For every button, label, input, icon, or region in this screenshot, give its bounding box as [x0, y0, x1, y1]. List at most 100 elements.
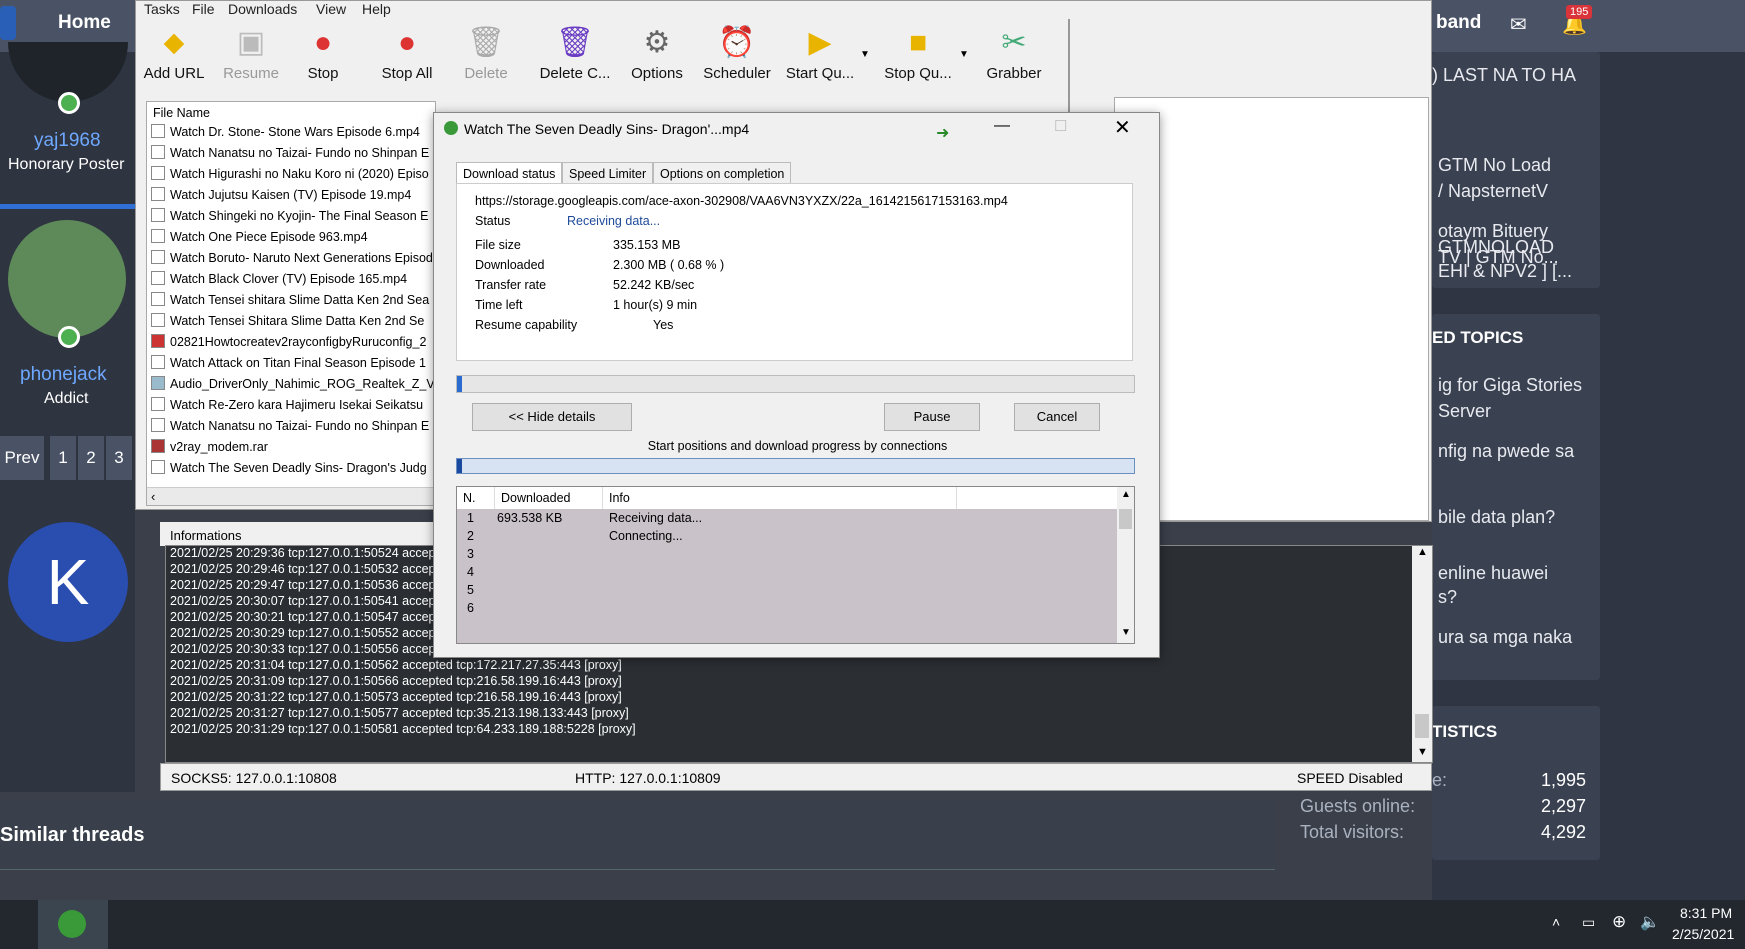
file-row[interactable]: Watch Tensei shitara Slime Datta Ken 2nd…	[151, 292, 433, 312]
file-row[interactable]: Watch Re-Zero kara Hajimeru Isekai Seika…	[151, 397, 433, 417]
file-icon	[151, 271, 165, 285]
thread-link[interactable]: GTMNOLOAD	[1438, 234, 1554, 260]
column-header-info[interactable]: Info	[603, 487, 957, 509]
threads-card-continued: GTMNOLOAD EHI & NPV2 ] [...	[1432, 228, 1600, 288]
grabber-button[interactable]: ✂ Grabber	[978, 23, 1050, 89]
resume-icon: ▣	[236, 26, 266, 59]
forum-logo[interactable]	[0, 6, 16, 40]
thread-link[interactable]: EHI & NPV2 ] [...	[1438, 258, 1572, 284]
chevron-up-icon[interactable]: ▲	[1121, 489, 1131, 500]
chevron-down-icon[interactable]: ▼	[959, 49, 969, 60]
hide-details-button[interactable]: << Hide details	[472, 403, 632, 431]
file-row[interactable]: Watch Dr. Stone- Stone Wars Episode 6.mp…	[151, 124, 433, 144]
avatar[interactable]	[8, 220, 126, 338]
user2-name[interactable]: phonejack	[20, 364, 107, 386]
menu-file[interactable]: File	[192, 1, 215, 17]
file-row[interactable]: Watch Attack on Titan Final Season Episo…	[151, 355, 433, 375]
user1-name[interactable]: yaj1968	[34, 130, 101, 152]
chevron-down-icon[interactable]: ▼	[1121, 627, 1131, 638]
avatar[interactable]: K	[8, 522, 128, 642]
cancel-button[interactable]: Cancel	[1014, 403, 1100, 431]
file-row[interactable]: Watch Shingeki no Kyojin- The Final Seas…	[151, 208, 433, 228]
table-row[interactable]: 2 Connecting...	[457, 529, 1117, 549]
horizontal-scrollbar[interactable]: ‹	[147, 487, 435, 505]
tab-download-status[interactable]: Download status	[456, 162, 563, 184]
chevron-down-icon[interactable]: ▼	[860, 49, 870, 60]
chevron-left-icon[interactable]: ‹	[151, 489, 155, 504]
options-button[interactable]: ⚙ Options	[626, 23, 688, 89]
maximize-button[interactable]: ☐	[1054, 117, 1067, 135]
page-1-button[interactable]: 1	[50, 436, 76, 480]
chevron-up-icon[interactable]: ▲	[1417, 546, 1428, 558]
chevron-up-icon[interactable]: ˄	[1552, 914, 1560, 930]
topic-link[interactable]: bile data plan?	[1438, 504, 1555, 530]
thread-link[interactable]: / NapsternetV	[1438, 178, 1548, 204]
start-queue-button[interactable]: ▶ Start Qu...	[784, 23, 856, 89]
column-header-n[interactable]: N.	[457, 487, 495, 509]
menu-view[interactable]: View	[316, 1, 346, 17]
topic-link[interactable]: ig for Giga Stories	[1438, 372, 1582, 398]
topic-link[interactable]: nfig na pwede sa	[1438, 438, 1574, 464]
mail-icon[interactable]: ✉	[1510, 12, 1527, 37]
file-row[interactable]: Watch Nanatsu no Taizai- Fundo no Shinpa…	[151, 145, 433, 165]
taskbar-app-button[interactable]	[38, 900, 108, 949]
connections-caption: Start positions and download progress by…	[647, 439, 948, 453]
nav-home[interactable]: Home	[58, 12, 111, 34]
topic-link[interactable]: s?	[1438, 584, 1457, 610]
stop-queue-button[interactable]: ■ Stop Qu...	[880, 23, 956, 89]
delete-completed-button[interactable]: 🗑 Delete C...	[538, 23, 612, 89]
resume-button[interactable]: ▣ Resume	[220, 23, 282, 89]
delete-button[interactable]: 🗑 Delete	[458, 23, 514, 89]
page-2-button[interactable]: 2	[78, 436, 104, 480]
pause-button[interactable]: Pause	[884, 403, 980, 431]
table-row[interactable]: 5	[457, 583, 1117, 603]
file-row[interactable]: Watch Tensei Shitara Slime Datta Ken 2nd…	[151, 313, 433, 333]
file-row[interactable]: Audio_DriverOnly_Nahimic_ROG_Realtek_Z_V	[151, 376, 433, 396]
column-header-file-name[interactable]: File Name	[153, 106, 210, 120]
column-header-empty	[957, 487, 1117, 509]
file-row[interactable]: Watch Boruto- Naruto Next Generations Ep…	[151, 250, 433, 270]
thread-link[interactable]: GTM No Load	[1438, 152, 1551, 178]
table-row[interactable]: 3	[457, 547, 1117, 567]
thread-link[interactable]: ) LAST NA TO HA	[1432, 62, 1576, 88]
topic-link[interactable]: ura sa mga naka	[1438, 624, 1572, 650]
scheduler-button[interactable]: ⏰ Scheduler	[702, 23, 772, 89]
menu-tasks[interactable]: Tasks	[144, 1, 180, 17]
tab-options-on-completion[interactable]: Options on completion	[653, 162, 792, 184]
file-row[interactable]: 02821Howtocreatev2rayconfigbyRuruconfig_…	[151, 334, 433, 354]
menu-help[interactable]: Help	[362, 1, 391, 17]
clock-date[interactable]: 2/25/2021	[1672, 926, 1734, 942]
stop-all-button[interactable]: ● Stop All	[374, 23, 440, 89]
network-icon[interactable]: ⊕	[1612, 912, 1626, 932]
page-prev-button[interactable]: Prev	[0, 436, 44, 480]
scroll-thumb[interactable]	[1415, 714, 1429, 738]
clock-time[interactable]: 8:31 PM	[1680, 905, 1732, 921]
file-row[interactable]: Watch One Piece Episode 963.mp4	[151, 229, 433, 249]
add-url-button[interactable]: ⬥ Add URL	[140, 23, 208, 89]
minimize-button[interactable]: —	[994, 117, 1010, 135]
topic-link[interactable]: Server	[1438, 398, 1491, 424]
file-row[interactable]: v2ray_modem.rar	[151, 439, 433, 459]
table-row[interactable]: 4	[457, 565, 1117, 585]
tab-speed-limiter[interactable]: Speed Limiter	[562, 162, 654, 184]
chevron-down-icon[interactable]: ▼	[1417, 746, 1428, 758]
page-3-button[interactable]: 3	[106, 436, 132, 480]
file-row[interactable]: Watch The Seven Deadly Sins- Dragon's Ju…	[151, 460, 433, 480]
close-button[interactable]: ✕	[1114, 115, 1131, 140]
file-row[interactable]: Watch Jujutsu Kaisen (TV) Episode 19.mp4	[151, 187, 433, 207]
menu-downloads[interactable]: Downloads	[228, 1, 297, 17]
log-scrollbar[interactable]: ▲ ▼	[1412, 546, 1432, 762]
column-header-downloaded[interactable]: Downloaded	[495, 487, 603, 509]
topic-link[interactable]: enline huawei	[1438, 560, 1548, 586]
file-row[interactable]: Watch Black Clover (TV) Episode 165.mp4	[151, 271, 433, 291]
volume-icon[interactable]: 🔈	[1640, 912, 1660, 932]
file-icon	[151, 355, 165, 369]
stop-button[interactable]: ● Stop	[296, 23, 350, 89]
table-row[interactable]: 1 693.538 KB Receiving data...	[457, 511, 1117, 531]
scroll-thumb[interactable]	[1119, 509, 1132, 529]
file-row[interactable]: Watch Nanatsu no Taizai- Fundo no Shinpa…	[151, 418, 433, 438]
file-row[interactable]: Watch Higurashi no Naku Koro ni (2020) E…	[151, 166, 433, 186]
battery-icon[interactable]: ▭	[1582, 914, 1595, 931]
table-row[interactable]: 6	[457, 601, 1117, 621]
table-scrollbar[interactable]: ▲ ▼	[1117, 487, 1134, 643]
